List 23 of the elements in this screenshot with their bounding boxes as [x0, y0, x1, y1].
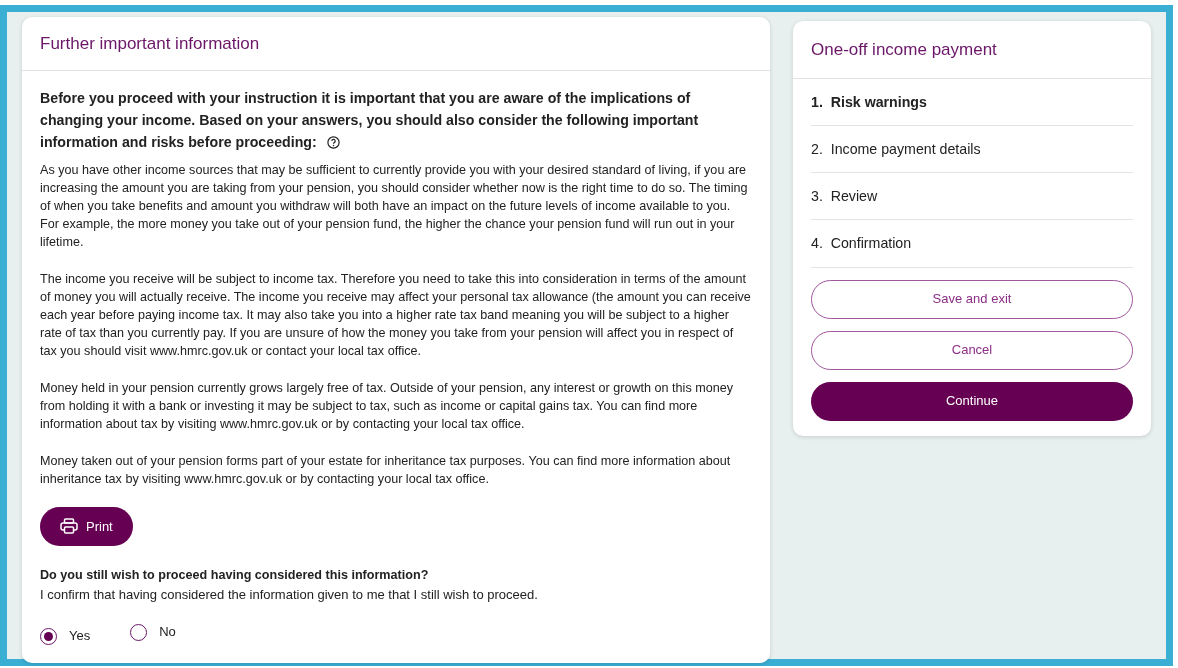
body-text: Money taken out of your pension forms part of your estate for inheritance tax purposes. You can find more information about inheritance tax by visiting www.hmrc.gov.uk or by contacting your local tax office. [40, 452, 732, 488]
body-text: The income you receive will be subject to income tax. Therefore you need to take this into consideration in terms of the amount of money you will actually receive. The income you receive may affect your personal tax allowance (the amount you can receive each year before paying income tax. It may also take you into a higher rate tax band meaning you will be subject to a higher rate of tax than you currently pay. If you are unsure of how the money you take from your pension will affect you in respect of tax you should visit www.hmrc.gov.uk or contact your local tax office. [40, 270, 752, 360]
body-text: Money held in your pension currently grows largely free of tax. Outside of your pension, any interest or growth on this money from holding it with a bank or investing it may be subject to tax, such as income or capital gains tax. You can find more information about tax by visiting www.hmrc.gov.uk or by contacting your local tax office. [40, 379, 734, 433]
step-item: 2. Income payment details [811, 125, 1133, 174]
print-button[interactable]: Print [40, 506, 133, 546]
step-item: 1. Risk warnings [811, 78, 1133, 126]
help-icon[interactable] [326, 135, 340, 149]
confirmation-text: I confirm that having considered the information given to me that I still wish to proceed. [40, 585, 539, 604]
intro-text: Before you proceed with your instruction it is important that you are aware of the implications of changing your income. Based on your answers, you should also consider the following important information and risks before proceeding: [40, 88, 700, 152]
secondary-button[interactable]: Cancel [811, 330, 1133, 370]
radio-label: No [159, 623, 176, 642]
radio-option[interactable]: No [130, 622, 176, 642]
printer-icon [60, 518, 78, 535]
continue-button[interactable]: Continue [811, 381, 1133, 421]
body-text: As you have other income sources that may be sufficient to currently provide you with your desired standard of living, if you are increasing the amount you are taking from your pension, you should consider whether now is the right time to do so. The timing of when you take benefits and amount you withdraw will both have an impact on the future levels of income available to you. For example, the more money you take out of your pension fund, the higher the chance your pension fund will run out in your lifetime. [40, 161, 749, 251]
card-title: One-off income payment [793, 21, 1151, 79]
secondary-button[interactable]: Save and exit [811, 279, 1133, 319]
step-item: 3. Review [811, 173, 1133, 221]
question-text: Do you still wish to proceed having considered this information? [40, 567, 430, 584]
radio-option[interactable]: Yes [40, 626, 91, 646]
step-item: 4. Confirmation [811, 220, 1133, 268]
radio-label: Yes [69, 627, 91, 646]
card-title: Further important information [22, 17, 770, 71]
